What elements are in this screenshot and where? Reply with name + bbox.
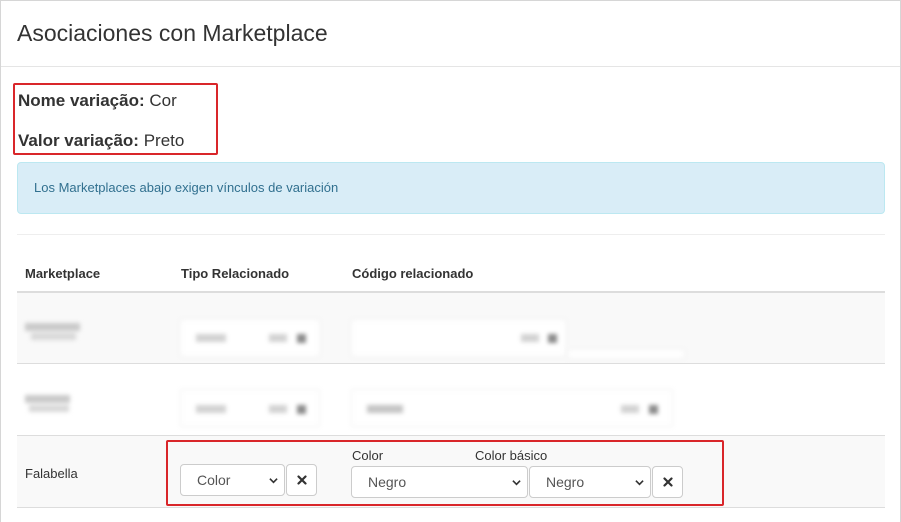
variation-highlight-box — [13, 83, 218, 155]
falabella-highlight-box — [166, 440, 724, 506]
info-alert: Los Marketplaces abajo exigen vínculos d… — [17, 162, 885, 214]
marketplace-associations-modal: Asociaciones con Marketplace Nome variaç… — [0, 0, 901, 522]
modal-header: Asociaciones con Marketplace — [1, 1, 900, 67]
header-marketplace: Marketplace — [25, 266, 101, 281]
header-tipo-relacionado: Tipo Relacionado — [181, 266, 290, 281]
redacted-row-2 — [1, 363, 901, 435]
header-codigo-relacionado: Código relacionado — [352, 266, 474, 281]
modal-title: Asociaciones con Marketplace — [17, 20, 328, 46]
redacted-row-1 — [1, 293, 901, 363]
divider — [17, 234, 885, 235]
marketplace-name-falabella: Falabella — [25, 466, 78, 481]
